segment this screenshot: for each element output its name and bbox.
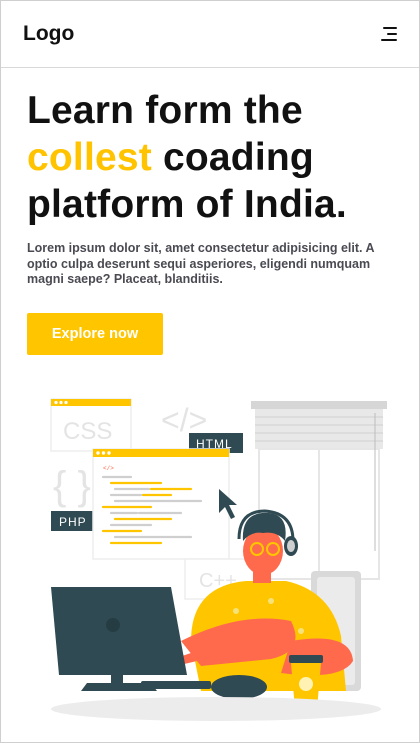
hero-description: Lorem ipsum dolor sit, amet consectetur … [27, 241, 375, 286]
menu-line [383, 27, 397, 29]
hero-title-line3: platform of India. [27, 183, 347, 226]
curly-braces-icon: { } [53, 464, 91, 508]
computer-mouse [211, 675, 267, 699]
explore-now-button[interactable]: Explore now [27, 313, 163, 355]
monitor [51, 587, 187, 691]
navbar: Logo [1, 1, 419, 68]
php-label: PHP [59, 515, 87, 529]
logo[interactable]: Logo [23, 22, 74, 46]
menu-line [387, 33, 397, 35]
code-editor-window: </> [92, 448, 230, 560]
desk-shadow [51, 697, 381, 721]
css-window: CSS [50, 398, 132, 452]
code-brackets-icon: </> [161, 402, 207, 438]
coding-illustration: CSS </> HTML { } PHP </> C++ [50, 398, 387, 721]
hero-title-accent: collest [27, 136, 152, 179]
hero-title: Learn form the collest coading platform … [27, 87, 407, 228]
keyboard [141, 681, 211, 689]
css-label: CSS [63, 418, 112, 445]
editor-tag-icon: </> [103, 465, 114, 472]
menu-line [381, 39, 397, 41]
hero-title-line2: coading [151, 136, 314, 179]
php-badge: PHP [51, 511, 95, 531]
hero-title-line1: Learn form the [27, 89, 303, 132]
hamburger-menu-icon[interactable] [379, 27, 397, 41]
